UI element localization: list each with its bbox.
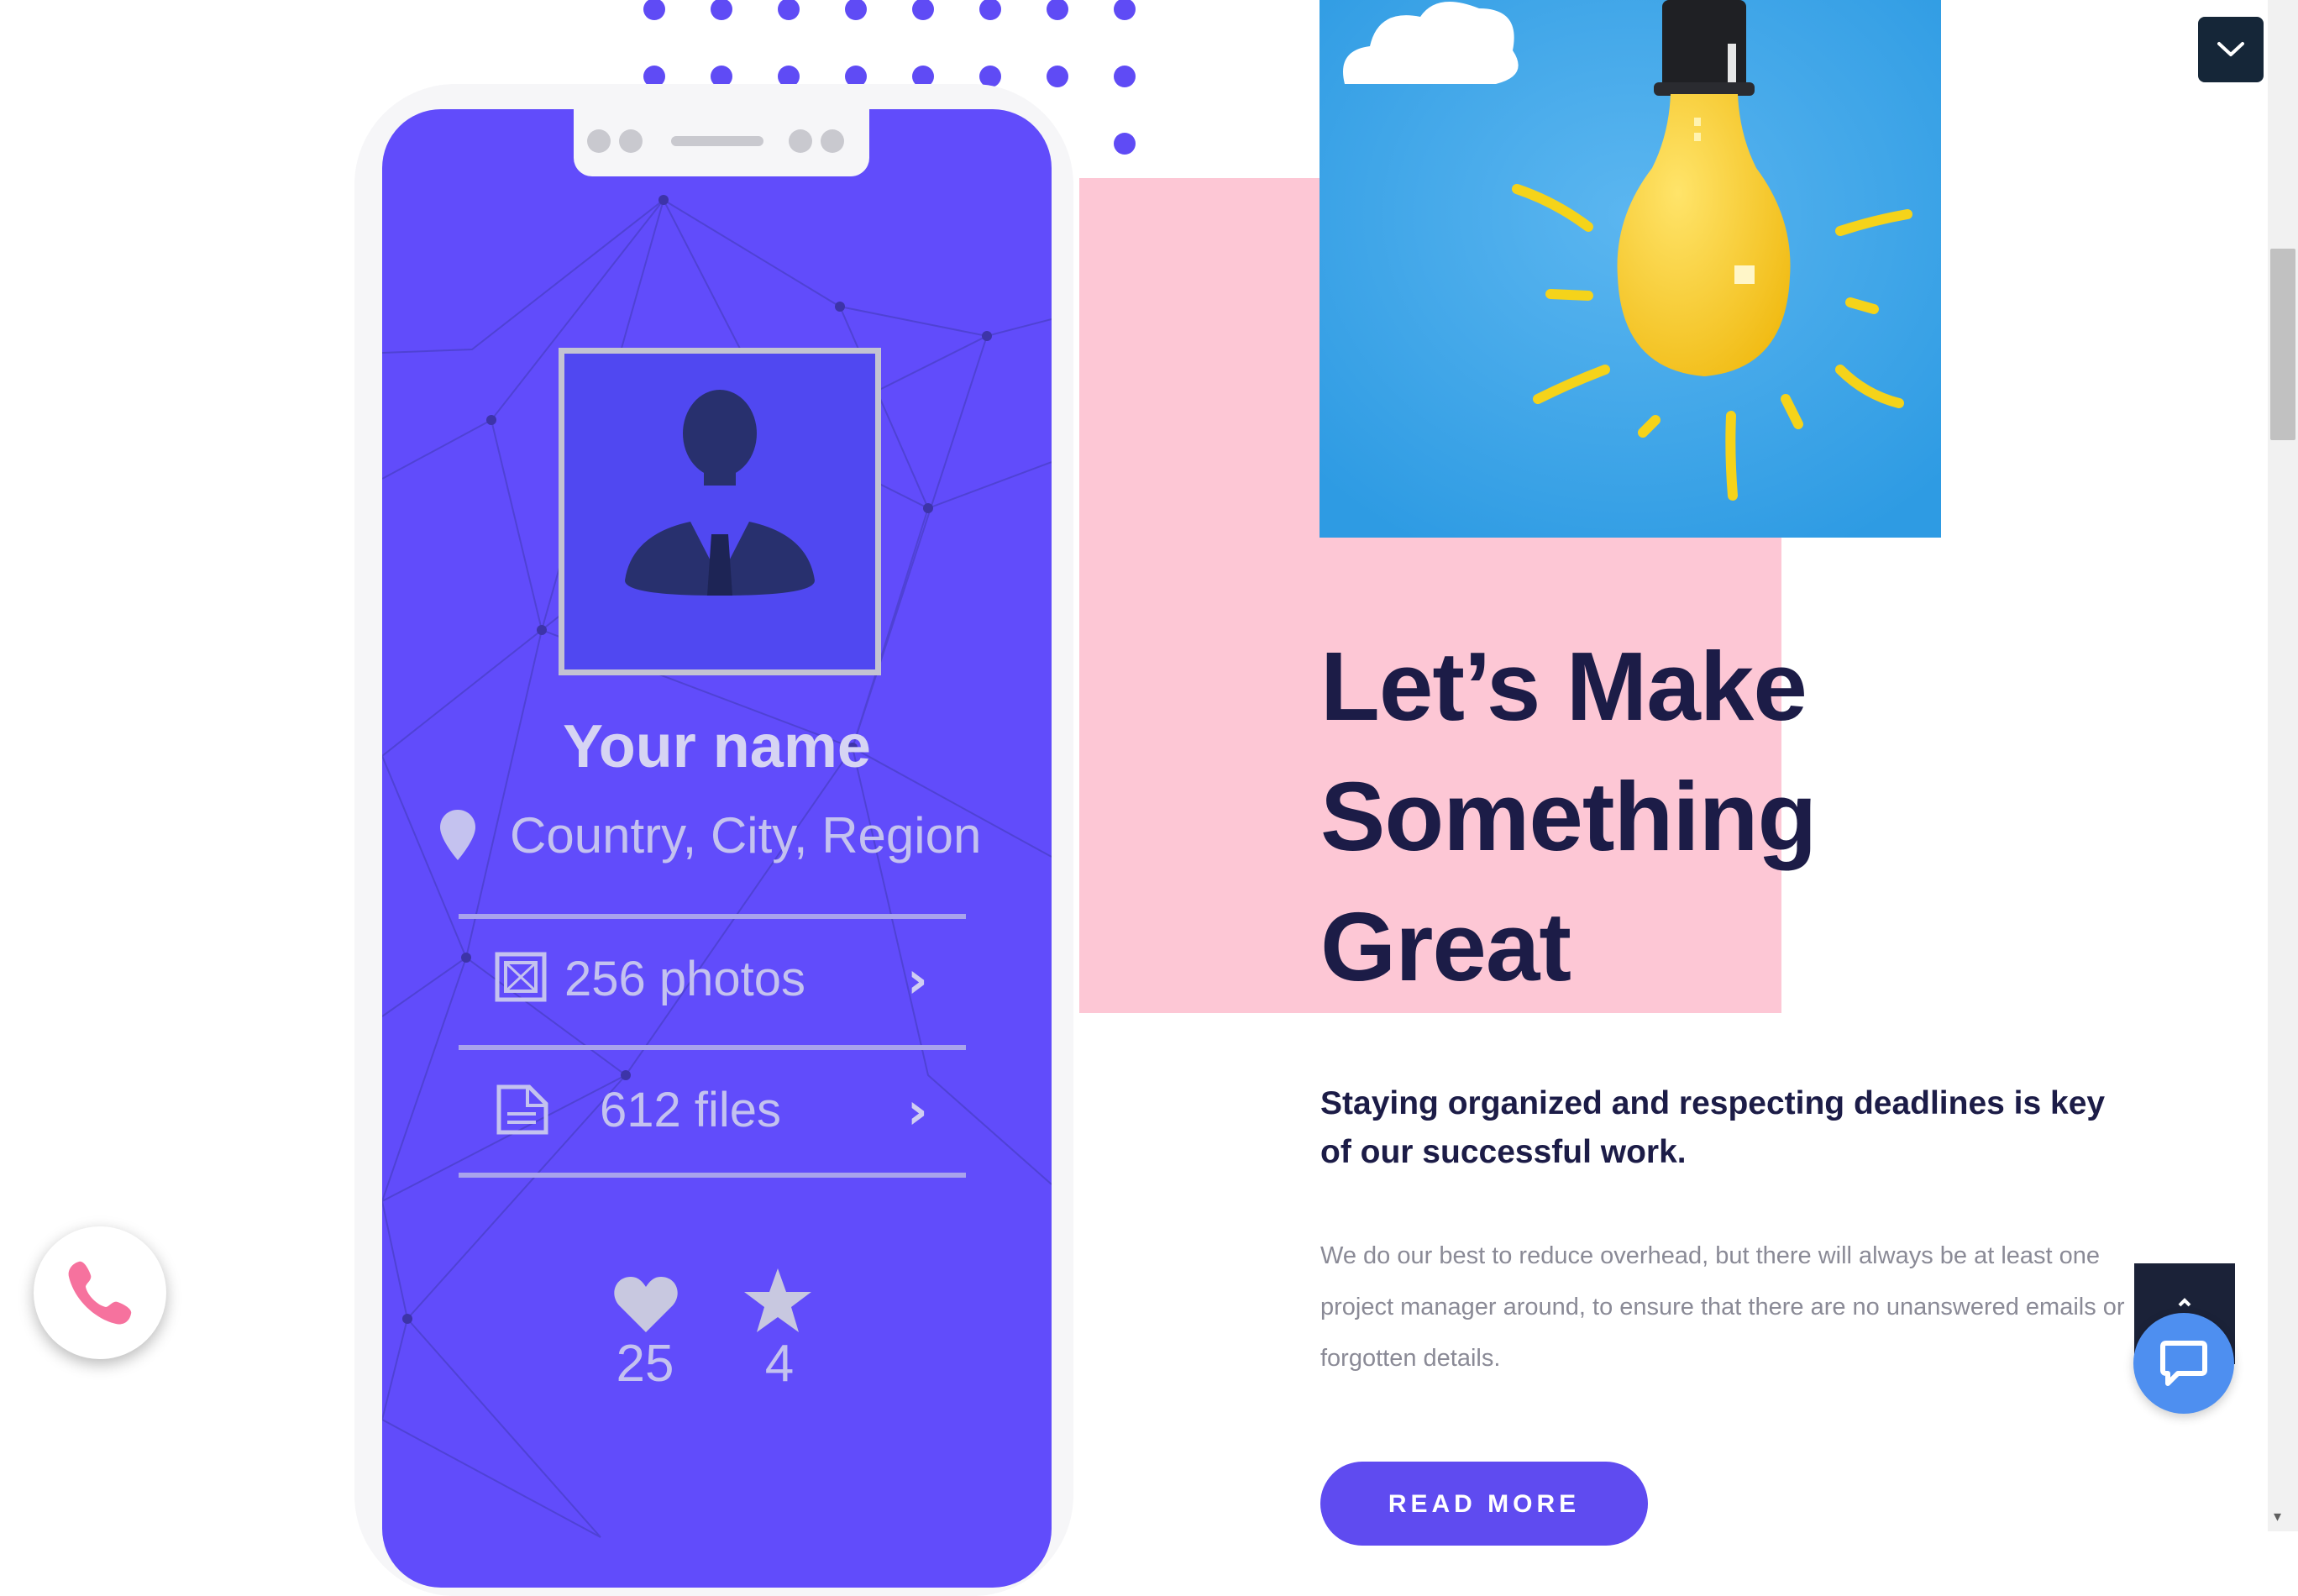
photos-chevron-icon[interactable]: › [907, 951, 928, 1010]
photos-count: 256 photos [564, 952, 806, 1006]
notch-dot [821, 129, 844, 153]
dot [778, 0, 800, 20]
dot [1114, 0, 1136, 20]
location-pin-icon [440, 810, 475, 860]
divider [459, 914, 966, 919]
lightbulb-illustration [1320, 0, 1941, 538]
section-headline: Let’s Make Something Great [1320, 622, 1992, 1012]
profile-location: Country, City, Region [510, 807, 982, 864]
arrow-up-icon [2178, 1298, 2191, 1307]
files-count: 612 files [600, 1083, 782, 1137]
dot [1114, 133, 1136, 155]
stars-count: 4 [764, 1335, 795, 1393]
chevron-down-icon [2217, 42, 2244, 56]
scrollbar-track[interactable] [2268, 0, 2298, 1531]
headline-line: Let’s Make [1320, 632, 1807, 741]
dot [979, 0, 1001, 20]
section-paragraph: We do our best to reduce overhead, but t… [1320, 1242, 2125, 1372]
headline-line: Great [1320, 892, 1571, 1001]
divider [459, 1045, 966, 1050]
section-subheading: Staying organized and respecting deadlin… [1320, 1085, 2106, 1170]
phone-icon [68, 1261, 132, 1325]
live-chat-button[interactable] [2133, 1313, 2234, 1414]
divider [459, 1173, 966, 1178]
likes-count: 25 [616, 1335, 674, 1393]
dot [912, 0, 934, 20]
scroll-down-arrow-icon[interactable]: ▾ [2274, 1508, 2281, 1525]
notch-dot [587, 129, 611, 153]
profile-avatar-frame [559, 348, 881, 675]
notch-dot [789, 129, 812, 153]
heart-icon [614, 1277, 678, 1332]
dot [1047, 66, 1068, 87]
notch-dot [619, 129, 643, 153]
read-more-button[interactable]: READ MORE [1320, 1462, 1648, 1546]
files-chevron-icon[interactable]: › [907, 1082, 928, 1141]
chat-bubble-icon [2160, 1341, 2207, 1386]
photos-icon [495, 952, 547, 1002]
dot [711, 0, 732, 20]
header-toggle-button[interactable] [2198, 17, 2264, 82]
dot [643, 0, 665, 20]
dot [1047, 0, 1068, 20]
headline-line: Something [1320, 762, 1817, 871]
scrollbar-thumb[interactable] [2270, 249, 2295, 440]
dot [1114, 66, 1136, 87]
lightbulb-image [1320, 0, 1941, 538]
profile-name: Your name [563, 713, 871, 780]
dot [845, 0, 867, 20]
call-button[interactable] [34, 1226, 166, 1359]
notch-speaker [671, 136, 763, 146]
star-icon [744, 1268, 811, 1332]
user-avatar-icon [625, 390, 815, 596]
phone-notch [574, 108, 869, 176]
files-icon [496, 1084, 548, 1135]
